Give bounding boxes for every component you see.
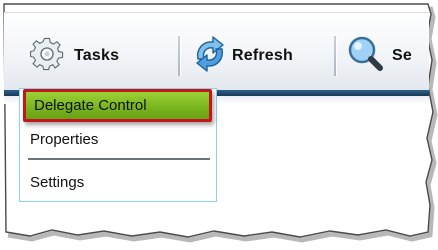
toolbar-top-rule [4,12,429,13]
menu-item-label: Properties [30,131,99,148]
tasks-dropdown-menu: Delegate Control Properties Settings [19,88,217,202]
refresh-label: Refresh [232,47,293,64]
menu-item-label: Settings [30,174,85,191]
gear-icon [28,36,66,77]
refresh-button[interactable]: Refresh [190,35,293,74]
search-button[interactable]: Se [344,36,412,74]
menu-item-delegate-control[interactable]: Delegate Control [23,89,212,122]
menu-item-properties[interactable]: Properties [20,125,216,155]
menu-item-settings[interactable]: Settings [20,168,216,198]
tasks-label: Tasks [74,47,120,64]
toolbar-separator [178,36,180,76]
toolbar: Tasks Refresh Se [4,12,429,90]
menu-item-label: Delegate Control [34,97,147,114]
refresh-icon [190,35,230,78]
tasks-button[interactable]: Tasks [28,36,120,77]
menu-divider [28,158,210,160]
magnifier-icon [344,34,388,79]
search-label: Se [392,47,412,64]
toolbar-separator [334,36,336,76]
